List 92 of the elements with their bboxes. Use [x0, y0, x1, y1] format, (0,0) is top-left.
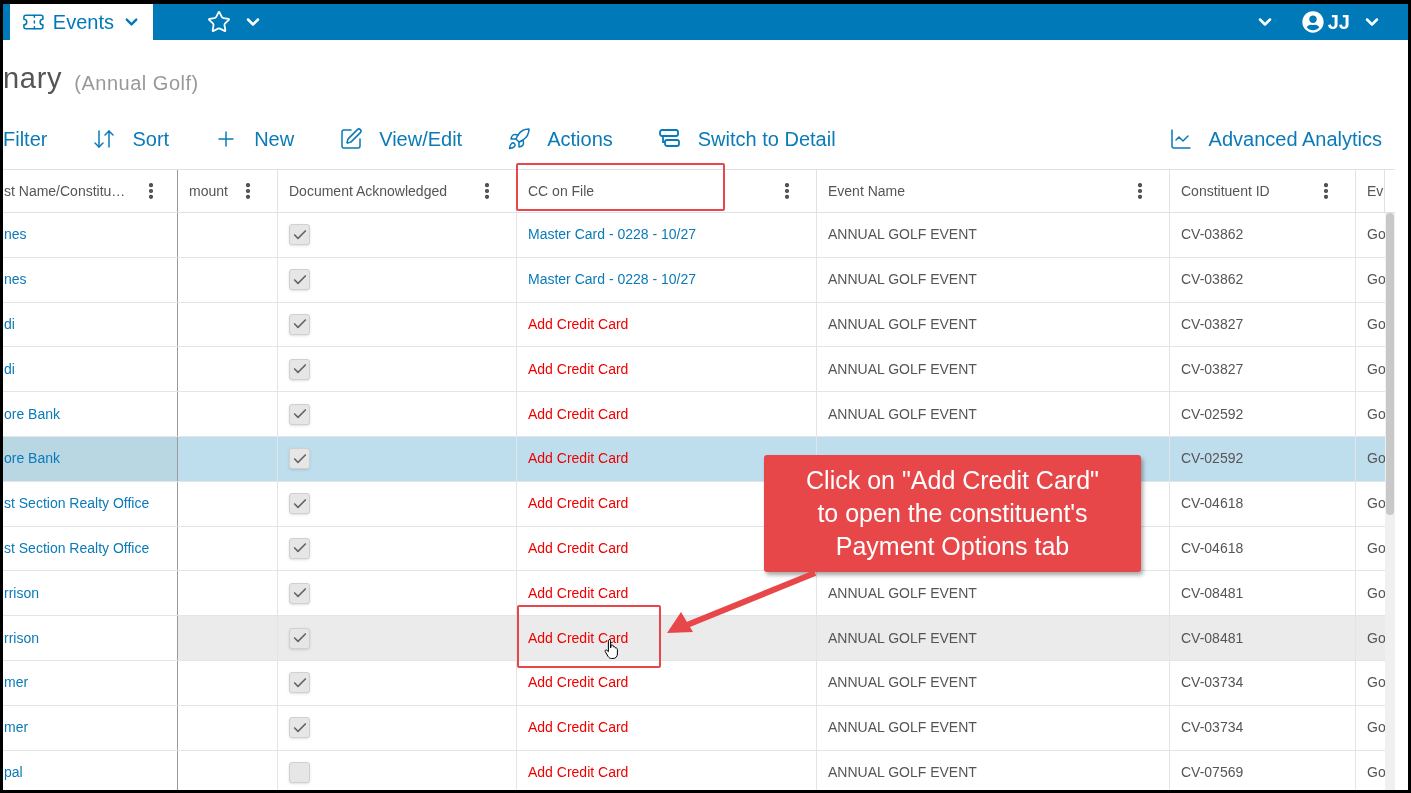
table-cell-text: Go [1366, 762, 1385, 782]
table-cell: CV-08481 [1170, 616, 1356, 660]
table-row[interactable]: nes Master Card - 0228 - 10/27 ANNUAL GOLF EVENT CV-03862 Go [3, 213, 1385, 258]
column-header[interactable]: Document Acknowledged [278, 170, 517, 212]
constituent-link[interactable]: ore Bank [4, 403, 61, 425]
table-cell-text: ANNUAL GOLF EVENT [828, 628, 977, 648]
table-cell-text: Go [1366, 538, 1385, 558]
table-cell-text: Go [1366, 270, 1385, 290]
table-cell-text: ANNUAL GOLF EVENT [828, 315, 977, 334]
column-header[interactable]: Event Name [817, 170, 1170, 212]
table-cell: CV-03734 [1170, 660, 1356, 705]
add-credit-card-link[interactable]: Add Credit Card [528, 537, 629, 559]
toolbar-button[interactable]: Filter [3, 124, 48, 154]
table-cell: CV-02592 [1170, 392, 1356, 436]
add-credit-card-link[interactable]: Add Credit Card [528, 403, 629, 425]
table-cell: CV-07569 [1170, 750, 1356, 790]
column-header[interactable]: st Name/Constitu… [3, 170, 178, 212]
constituent-link[interactable]: mer [4, 672, 29, 694]
column-header[interactable]: Ev [1356, 170, 1385, 212]
table-cell-text: Go [1366, 225, 1385, 245]
table-row[interactable]: ore Bank Add Credit Card ANNUAL GOLF EVENT CV-02592 Go [3, 392, 1385, 437]
table-cell-text: Go [1366, 494, 1385, 514]
column-header[interactable]: CC on File [517, 170, 817, 212]
constituent-link[interactable]: pal [4, 761, 23, 783]
table-cell-text: Go [1366, 583, 1385, 603]
table-cell: CV-03827 [1170, 302, 1356, 347]
table-cell-text: Go [1366, 718, 1385, 738]
table-row[interactable]: mer Add Credit Card ANNUAL GOLF EVENT CV-03734 Go [3, 660, 1385, 706]
toolbar-button[interactable]: New [214, 124, 295, 154]
add-credit-card-link[interactable]: Add Credit Card [528, 448, 629, 470]
constituent-link[interactable]: nes [4, 224, 27, 246]
credit-card-link[interactable]: Master Card - 0228 - 10/27 [528, 224, 697, 246]
table-cell-text: ANNUAL GOLF EVENT [828, 673, 977, 693]
table-row[interactable]: mer Add Credit Card ANNUAL GOLF EVENT CV-03734 Go [3, 705, 1385, 751]
add-credit-card-link[interactable]: Add Credit Card [528, 358, 629, 380]
table-cell-text: Go [1366, 404, 1385, 424]
constituent-link[interactable]: rrison [4, 582, 39, 604]
constituent-link[interactable]: di [4, 358, 15, 380]
column-header[interactable]: mount [178, 170, 278, 212]
table-cell-text: Go [1366, 673, 1385, 693]
callout-text: to open the constituent's [817, 498, 1088, 529]
table-row[interactable]: nes Master Card - 0228 - 10/27 ANNUAL GOLF EVENT CV-03862 Go [3, 257, 1385, 303]
table-cell: CV-03862 [1170, 257, 1356, 302]
add-credit-card-link[interactable]: Add Credit Card [528, 717, 629, 739]
add-credit-card-link[interactable]: Add Credit Card [528, 627, 629, 649]
toolbar-button[interactable]: Advanced Analytics [1168, 124, 1382, 154]
user-menu[interactable]: JJ [1301, 7, 1382, 37]
table-cell-text: Go [1366, 359, 1385, 379]
constituent-link[interactable]: mer [4, 717, 29, 739]
constituent-link[interactable]: st Section Realty Office [4, 537, 150, 559]
constituent-link[interactable]: rrison [4, 627, 39, 649]
page-title: nary [3, 60, 63, 96]
table-row[interactable]: pal Add Credit Card ANNUAL GOLF EVENT CV-07569 Go [3, 750, 1385, 790]
table-cell-text: ANNUAL GOLF EVENT [828, 270, 977, 290]
table-cell-text: ANNUAL GOLF EVENT [828, 583, 977, 603]
toolbar-button[interactable]: Sort [92, 124, 170, 154]
table-cell-text: ANNUAL GOLF EVENT [828, 762, 977, 782]
toolbar-button[interactable]: Switch to Detail [657, 124, 836, 154]
module-tab[interactable]: Events [10, 4, 153, 40]
table-row[interactable]: di Add Credit Card ANNUAL GOLF EVENT CV-03827 Go [3, 347, 1385, 393]
callout-text: Payment Options tab [835, 531, 1070, 562]
constituent-link[interactable]: st Section Realty Office [4, 493, 150, 515]
add-credit-card-link[interactable]: Add Credit Card [528, 582, 629, 604]
table-cell-text: ANNUAL GOLF EVENT [828, 225, 977, 245]
constituent-link[interactable]: di [4, 314, 15, 335]
credit-card-link[interactable]: Master Card - 0228 - 10/27 [528, 269, 697, 291]
add-credit-card-link[interactable]: Add Credit Card [528, 493, 629, 515]
table-row[interactable]: rrison Add Credit Card ANNUAL GOLF EVENT CV-08481 Go [3, 616, 1385, 661]
table-cell: CV-04618 [1170, 481, 1356, 526]
table-cell-text: ANNUAL GOLF EVENT [828, 359, 977, 379]
table-cell-text: Go [1366, 449, 1385, 469]
table-cell-text: Go [1366, 315, 1385, 334]
table-cell: CV-02592 [1170, 437, 1356, 481]
column-header[interactable]: Constituent ID [1170, 170, 1356, 212]
page-subtitle: (Annual Golf) [74, 71, 199, 96]
constituent-link[interactable]: nes [4, 269, 27, 291]
add-credit-card-link[interactable]: Add Credit Card [528, 314, 629, 335]
table-cell: CV-03827 [1170, 347, 1356, 392]
toolbar-button[interactable]: Actions [507, 124, 613, 154]
table-cell-text: Go [1366, 628, 1385, 648]
constituent-link[interactable]: ore Bank [4, 448, 61, 470]
table-cell-text: ANNUAL GOLF EVENT [828, 718, 977, 738]
table-cell-text: ANNUAL GOLF EVENT [828, 404, 977, 424]
add-credit-card-link[interactable]: Add Credit Card [528, 672, 629, 694]
table-row[interactable]: di Add Credit Card ANNUAL GOLF EVENT CV-03827 Go [3, 302, 1385, 348]
toolbar-button[interactable]: View/Edit [339, 124, 463, 154]
table-cell: CV-03734 [1170, 705, 1356, 750]
table-cell: CV-08481 [1170, 571, 1356, 616]
table-row[interactable]: rrison Add Credit Card ANNUAL GOLF EVENT CV-08481 Go [3, 571, 1385, 617]
add-credit-card-link[interactable]: Add Credit Card [528, 761, 629, 783]
table-cell: CV-04618 [1170, 526, 1356, 571]
table-cell: CV-03862 [1170, 213, 1356, 257]
